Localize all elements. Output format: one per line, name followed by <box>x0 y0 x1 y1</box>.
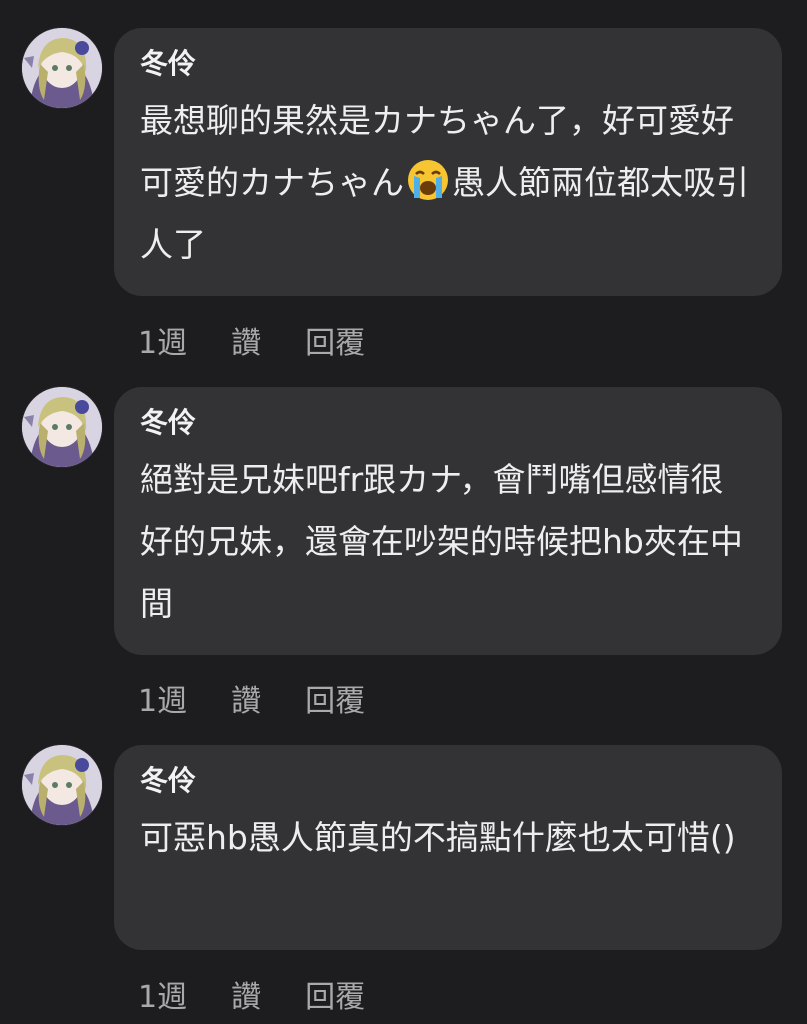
avatar-image <box>22 745 102 825</box>
avatar-image <box>22 387 102 467</box>
comment-text: 可惡hb愚人節真的不搞點什麼也太可惜() <box>140 818 736 857</box>
comment-actions: 1週 讚 回覆 <box>138 972 365 1016</box>
reply-button[interactable]: 回覆 <box>305 318 365 362</box>
comment-actions: 1週 讚 回覆 <box>138 318 365 362</box>
comment-author[interactable]: 冬伶 <box>140 44 754 84</box>
like-button[interactable]: 讚 <box>231 676 261 720</box>
comment-timestamp[interactable]: 1週 <box>138 318 187 362</box>
comment-timestamp[interactable]: 1週 <box>138 972 187 1016</box>
crying-face-icon <box>406 158 450 202</box>
avatar[interactable] <box>22 745 102 825</box>
comment-bubble: 冬伶 最想聊的果然是カナちゃん了，好可愛好可愛的カナちゃん 愚人節兩位都太吸引人了 <box>114 28 782 296</box>
avatar[interactable] <box>22 387 102 467</box>
comment-actions: 1週 讚 回覆 <box>138 676 365 720</box>
like-button[interactable]: 讚 <box>231 318 261 362</box>
comment-timestamp[interactable]: 1週 <box>138 676 187 720</box>
reply-button[interactable]: 回覆 <box>305 972 365 1016</box>
comment-bubble: 冬伶 可惡hb愚人節真的不搞點什麼也太可惜() <box>114 745 782 950</box>
comment-text: 絕對是兄妹吧fr跟カナ，會鬥嘴但感情很好的兄妹，還會在吵架的時候把hb夾在中間 <box>140 460 743 623</box>
avatar-image <box>22 28 102 108</box>
like-button[interactable]: 讚 <box>231 972 261 1016</box>
comment-author[interactable]: 冬伶 <box>140 403 754 443</box>
comment-bubble: 冬伶 絕對是兄妹吧fr跟カナ，會鬥嘴但感情很好的兄妹，還會在吵架的時候把hb夾在… <box>114 387 782 655</box>
avatar[interactable] <box>22 28 102 108</box>
comment-author[interactable]: 冬伶 <box>140 761 754 801</box>
reply-button[interactable]: 回覆 <box>305 676 365 720</box>
comment-text: 最想聊的果然是カナちゃん了，好可愛好可愛的カナちゃん 愚人節兩位都太吸引人了 <box>140 90 754 276</box>
